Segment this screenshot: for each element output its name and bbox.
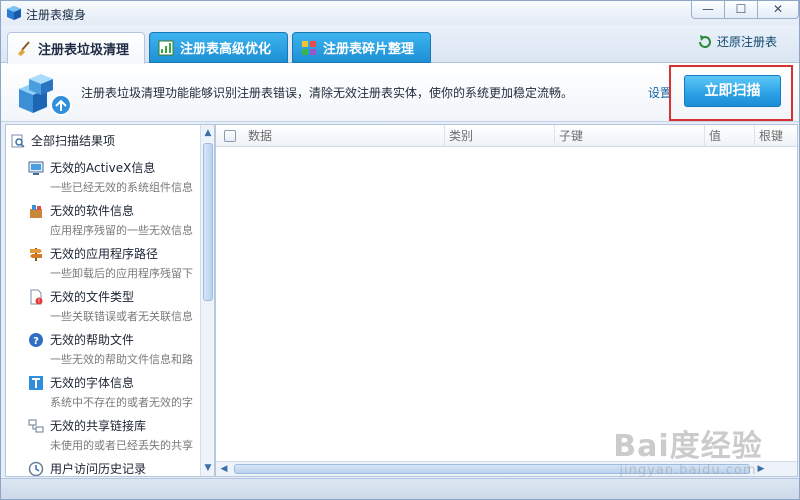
all-results-label: 全部扫描结果项 (31, 134, 116, 148)
category-file-type[interactable]: ! 无效的文件类型 一些关联错误或者无关联信息 (28, 288, 200, 324)
font-icon (29, 375, 43, 390)
left-vertical-scrollbar[interactable]: ▲ ▼ (200, 125, 214, 476)
status-bar (1, 478, 799, 499)
category-title: 无效的ActiveX信息 (50, 161, 156, 175)
column-root-key[interactable]: 根键 (755, 125, 797, 147)
scan-now-button[interactable]: 立即扫描 (684, 75, 781, 107)
category-desc: 未使用的或者已经丢失的共享 (50, 439, 193, 452)
restore-label: 还原注册表 (717, 35, 778, 49)
watermark-url: jingyan.baidu.com (619, 463, 757, 478)
select-all-checkbox[interactable] (224, 130, 236, 142)
category-title: 无效的帮助文件 (50, 333, 135, 347)
category-desc: 一些已经无效的系统组件信息 (50, 181, 193, 194)
category-shared-dll[interactable]: 无效的共享链接库 未使用的或者已经丢失的共享 (28, 417, 200, 453)
watermark-logo: Bai度经验 (613, 429, 763, 464)
scroll-left-arrow-icon[interactable]: ◀ (216, 462, 232, 477)
broom-icon (18, 41, 30, 56)
maximize-button[interactable]: ☐ (724, 1, 758, 19)
link-library-icon (28, 419, 44, 432)
tab-registry-junk-clean[interactable]: 注册表垃圾清理 (7, 32, 145, 64)
column-subkey[interactable]: 子键 (555, 125, 705, 147)
banner-description: 注册表垃圾清理功能能够识别注册表错误，清除无效注册表实体，使你的系统更加稳定流畅… (81, 86, 574, 100)
app-logo-icon (7, 6, 21, 20)
column-category[interactable]: 类别 (445, 125, 555, 147)
defrag-icon (302, 40, 316, 55)
category-desc: 系统中不存在的或者无效的字 (50, 396, 193, 409)
category-title: 无效的应用程序路径 (50, 247, 159, 261)
file-error-icon: ! (30, 289, 43, 305)
scroll-up-arrow-icon[interactable]: ▲ (201, 125, 214, 141)
scroll-down-arrow-icon[interactable]: ▼ (201, 460, 214, 476)
tab-label: 注册表垃圾清理 (38, 42, 130, 58)
window-title: 注册表瘦身 (26, 8, 87, 22)
chart-icon (158, 40, 174, 55)
tab-registry-advanced-optimize[interactable]: 注册表高级优化 (149, 32, 288, 63)
category-desc: 应用程序残留的一些无效信息 (50, 224, 193, 237)
category-desc: 一些无效的帮助文件信息和路 (50, 353, 193, 366)
category-title: 无效的共享链接库 (50, 419, 147, 433)
tab-label: 注册表高级优化 (180, 42, 272, 57)
tab-label: 注册表碎片整理 (323, 42, 415, 57)
minimize-button[interactable]: — (691, 1, 725, 19)
column-value[interactable]: 值 (705, 125, 755, 147)
monitor-icon (28, 161, 44, 175)
title-bar: 注册表瘦身 — ☐ ✕ (1, 1, 799, 25)
category-desc: 一些关联错误或者无关联信息 (50, 310, 193, 323)
main-window: 注册表瘦身 — ☐ ✕ 注册表垃圾清理 注册表高级优化 注册表碎片整理 还原注册… (0, 0, 800, 500)
restore-registry-link[interactable]: 还原注册表 (697, 33, 777, 50)
category-title: 无效的字体信息 (50, 376, 135, 390)
table-header: 数据 类别 子键 值 根键 (216, 125, 797, 147)
tab-bar: 注册表垃圾清理 注册表高级优化 注册表碎片整理 还原注册表 (1, 25, 799, 64)
registry-cubes-icon (19, 74, 72, 116)
column-data[interactable]: 数据 (244, 125, 445, 147)
category-font[interactable]: 无效的字体信息 系统中不存在的或者无效的字 (28, 374, 200, 410)
baidu-watermark: Bai度经验 jingyan.baidu.com (613, 421, 763, 478)
category-title: 无效的软件信息 (50, 204, 135, 218)
tab-registry-defrag[interactable]: 注册表碎片整理 (292, 32, 431, 63)
search-icon (11, 134, 25, 148)
category-desc: 一些卸载后的应用程序残留下 (50, 267, 193, 280)
category-title: 用户访问历史记录 (50, 462, 147, 476)
software-box-icon (30, 204, 42, 218)
scroll-thumb[interactable] (203, 143, 213, 301)
scan-category-list: 全部扫描结果项 无效的ActiveX信息 一些已经无效的系统组件信息 无效的软件… (5, 124, 215, 477)
category-help-file[interactable]: ? 无效的帮助文件 一些无效的帮助文件信息和路 (28, 331, 200, 367)
signpost-icon (30, 247, 42, 261)
svg-text:?: ? (33, 336, 39, 347)
category-user-history[interactable]: 用户访问历史记录 (28, 460, 200, 476)
restore-icon (698, 34, 711, 48)
all-results-header[interactable]: 全部扫描结果项 (11, 132, 115, 149)
svg-text:!: ! (38, 298, 40, 305)
category-title: 无效的文件类型 (50, 290, 135, 304)
close-button[interactable]: ✕ (757, 1, 799, 19)
help-icon: ? (29, 332, 43, 347)
category-activex[interactable]: 无效的ActiveX信息 一些已经无效的系统组件信息 (28, 159, 200, 195)
history-icon (28, 461, 44, 476)
category-software[interactable]: 无效的软件信息 应用程序残留的一些无效信息 (28, 202, 200, 238)
category-app-path[interactable]: 无效的应用程序路径 一些卸载后的应用程序残留下 (28, 245, 200, 281)
